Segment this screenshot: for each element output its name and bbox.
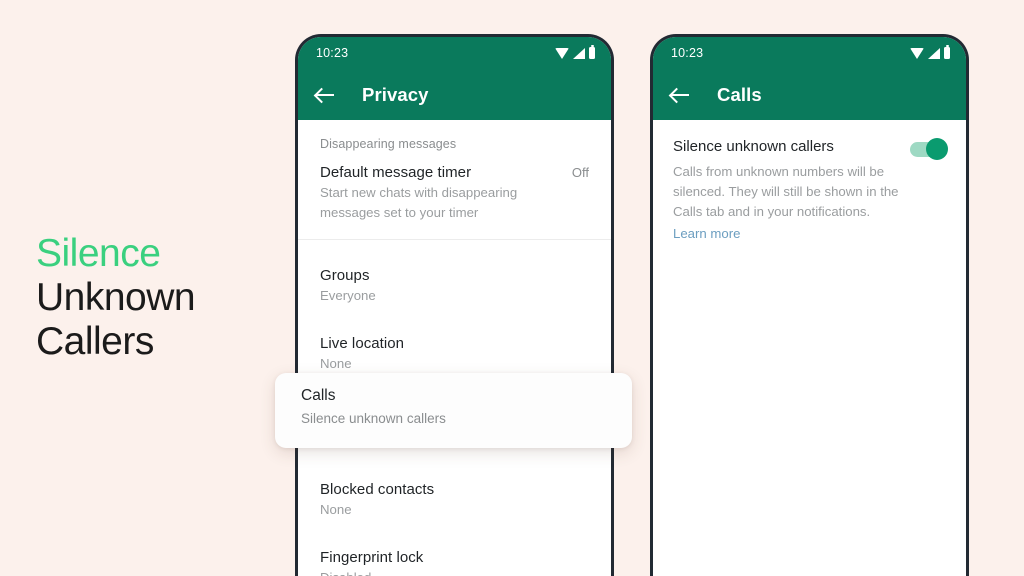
- wifi-icon: [555, 47, 569, 59]
- wifi-icon: [910, 47, 924, 59]
- status-bar-icons: [910, 45, 950, 59]
- status-bar-time: 10:23: [316, 46, 349, 60]
- setting-subtitle: Everyone: [320, 288, 376, 304]
- phone-calls-screen: 10:23 Calls Silence unknown callers Call…: [650, 34, 969, 576]
- setting-description: Calls from unknown numbers will be silen…: [673, 164, 899, 220]
- privacy-settings-list: Disappearing messages Default message ti…: [298, 120, 611, 576]
- signal-icon: [573, 47, 585, 59]
- signal-icon: [928, 47, 940, 59]
- headline-line-2: Unknown: [36, 276, 196, 320]
- status-bar: 10:23: [653, 37, 966, 69]
- setting-title: Groups: [320, 267, 370, 285]
- page-title: Privacy: [362, 83, 429, 105]
- calls-settings-list: Silence unknown callers Calls from unkno…: [653, 120, 966, 576]
- status-bar: 10:23: [298, 37, 611, 69]
- setting-subtitle: None: [320, 502, 352, 518]
- headline-line-1: Silence: [36, 232, 161, 275]
- setting-row-live-location[interactable]: Live location None: [298, 322, 611, 376]
- hero-headline: Silence Unknown Callers: [36, 232, 196, 364]
- setting-row-silence-unknown-callers[interactable]: Silence unknown callers Calls from unkno…: [653, 120, 966, 243]
- setting-title: Fingerprint lock: [320, 549, 424, 567]
- highlighted-calls-card[interactable]: Calls Silence unknown callers: [275, 373, 632, 448]
- silence-unknown-callers-toggle[interactable]: [910, 138, 948, 160]
- status-bar-icons: [555, 45, 595, 59]
- battery-icon: [944, 45, 950, 59]
- section-header-disappearing-messages: Disappearing messages: [320, 137, 457, 151]
- setting-texts: Silence unknown callers Calls from unkno…: [673, 138, 905, 243]
- app-bar-calls: Calls: [653, 69, 966, 120]
- setting-value: Off: [571, 165, 589, 180]
- setting-subtitle: None: [320, 356, 352, 372]
- setting-title: Live location: [320, 335, 405, 353]
- setting-subtitle: Start new chats with disappearing messag…: [320, 185, 518, 221]
- phone-privacy-screen: 10:23 Privacy Disappearing messages Defa…: [295, 34, 614, 576]
- setting-title: Silence unknown callers: [673, 138, 834, 155]
- setting-title: Blocked contacts: [320, 481, 435, 499]
- learn-more-link[interactable]: Learn more: [673, 226, 740, 241]
- setting-row-default-message-timer[interactable]: Default message timer Off Start new chat…: [298, 151, 611, 225]
- headline-line-3: Callers: [36, 320, 154, 364]
- page-title: Calls: [717, 83, 762, 105]
- card-subtitle: Silence unknown callers: [301, 411, 446, 426]
- setting-row-groups[interactable]: Groups Everyone: [298, 254, 611, 308]
- back-arrow-icon[interactable]: [312, 82, 338, 108]
- back-arrow-icon[interactable]: [667, 82, 693, 108]
- card-title: Calls: [301, 387, 336, 404]
- setting-row-blocked-contacts[interactable]: Blocked contacts None: [298, 468, 611, 522]
- app-bar-privacy: Privacy: [298, 69, 611, 120]
- setting-row-fingerprint-lock[interactable]: Fingerprint lock Disabled: [298, 536, 611, 576]
- status-bar-time: 10:23: [671, 46, 704, 60]
- setting-subtitle: Disabled: [320, 568, 550, 576]
- battery-icon: [589, 45, 595, 59]
- setting-title: Default message timer: [320, 164, 472, 181]
